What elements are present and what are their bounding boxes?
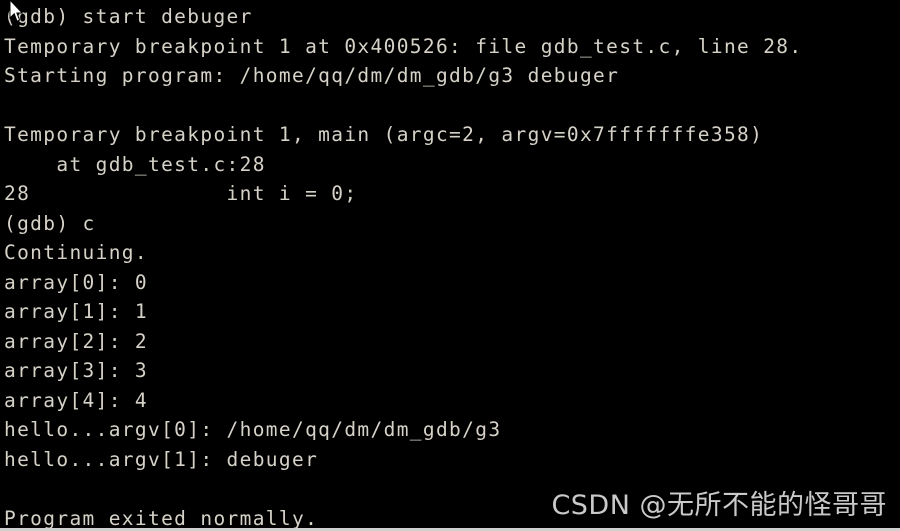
terminal-line: Temporary breakpoint 1 at 0x400526: file… (4, 34, 803, 58)
terminal-line: array[2]: 2 (4, 329, 148, 353)
terminal-line: at gdb_test.c:28 (4, 152, 266, 176)
terminal-window[interactable]: (gdb) start debuger Temporary breakpoint … (0, 0, 900, 531)
terminal-line: hello...argv[1]: debuger (4, 447, 319, 471)
terminal-output[interactable]: (gdb) start debuger Temporary breakpoint … (4, 2, 900, 528)
terminal-line: 28 int i = 0; (4, 182, 358, 205)
terminal-line: Continuing. (4, 241, 148, 264)
terminal-line: Starting program: /home/qq/dm/dm_gdb/g3 … (4, 64, 620, 87)
terminal-line: (gdb) c (4, 211, 96, 235)
terminal-line: array[4]: 4 (4, 388, 148, 412)
terminal-line: hello...argv[0]: /home/qq/dm/dm_gdb/g3 (4, 418, 502, 441)
terminal-line: array[0]: 0 (4, 270, 148, 294)
terminal-line: (gdb) start debuger (4, 5, 253, 28)
terminal-line: array[3]: 3 (4, 359, 148, 382)
terminal-line: Temporary breakpoint 1, main (argc=2, ar… (4, 123, 764, 146)
terminal-line: array[1]: 1 (4, 300, 148, 323)
csdn-watermark: CSDN @无所不能的怪哥哥 (551, 490, 887, 521)
